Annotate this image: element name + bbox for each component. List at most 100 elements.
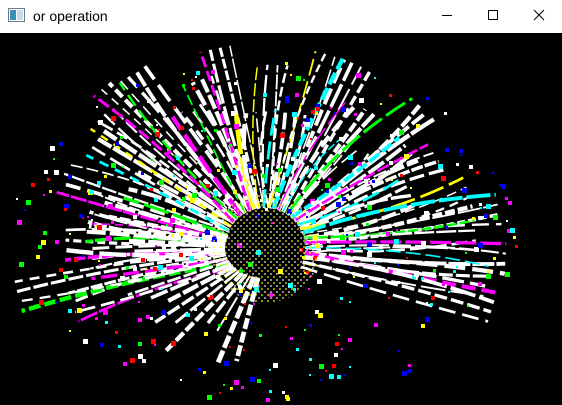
speckle: [408, 364, 411, 367]
window-title: or operation: [33, 8, 108, 24]
speckle: [192, 193, 197, 198]
speckle: [292, 112, 297, 117]
speckle: [467, 305, 469, 307]
speckle: [252, 169, 257, 174]
speckle: [98, 260, 100, 262]
speckle: [340, 297, 343, 300]
speckle: [49, 190, 52, 193]
speckle: [421, 241, 426, 246]
speckle: [146, 315, 150, 319]
speckle: [269, 369, 271, 371]
speckle: [320, 379, 322, 381]
speckle: [445, 148, 449, 152]
speckle: [130, 177, 132, 179]
speckle: [408, 369, 412, 373]
speckle: [311, 201, 315, 205]
speckle: [122, 166, 124, 168]
speckle: [155, 132, 160, 137]
speckle: [442, 283, 445, 286]
speckle: [147, 99, 151, 103]
speckle: [153, 267, 157, 271]
speckle: [243, 349, 245, 351]
speckle: [111, 163, 116, 168]
flower-center: [210, 193, 320, 303]
petal-stroke: [305, 240, 507, 246]
speckle: [198, 368, 201, 371]
speckle: [97, 225, 102, 230]
speckle: [309, 358, 312, 361]
speckle: [266, 398, 270, 402]
speckle: [154, 344, 156, 346]
speckle: [486, 204, 491, 209]
speckle: [296, 76, 301, 81]
speckle: [349, 301, 351, 303]
speckle: [24, 209, 26, 211]
speckle: [44, 170, 48, 174]
speckle: [465, 252, 467, 254]
speckle: [111, 116, 116, 121]
minimize-icon: [441, 8, 453, 26]
speckle: [316, 107, 320, 111]
speckle: [17, 220, 22, 225]
speckle: [130, 358, 135, 363]
speckle: [315, 112, 318, 115]
speckle: [379, 245, 383, 249]
speckle: [120, 136, 123, 139]
speckle: [342, 197, 346, 201]
maximize-button[interactable]: [470, 0, 516, 33]
speckle: [145, 268, 147, 270]
speckle: [214, 281, 217, 284]
speckle: [492, 172, 494, 174]
speckle: [394, 239, 399, 244]
speckle: [123, 362, 127, 366]
speckle: [206, 184, 210, 188]
speckle: [386, 232, 390, 236]
speckle: [19, 262, 24, 267]
speckle: [318, 313, 323, 318]
speckle: [103, 310, 108, 315]
speckle: [424, 211, 429, 216]
speckle: [358, 162, 362, 166]
speckle: [190, 198, 195, 203]
speckle: [374, 77, 376, 79]
speckle: [367, 252, 372, 257]
speckle: [285, 326, 287, 328]
speckle: [397, 264, 399, 266]
speckle: [176, 156, 180, 160]
speckle: [214, 129, 217, 132]
speckle: [282, 391, 285, 394]
speckle: [355, 232, 360, 237]
speckle: [115, 331, 118, 334]
close-icon: [533, 8, 545, 26]
speckle: [118, 114, 120, 116]
speckle: [499, 184, 501, 186]
speckle: [171, 341, 176, 346]
speckle: [478, 216, 482, 220]
speckle: [366, 223, 369, 226]
image-canvas: [0, 33, 562, 405]
speckle: [349, 267, 351, 269]
speckle: [167, 150, 171, 154]
speckle: [43, 231, 47, 235]
speckle: [304, 329, 306, 331]
speckle: [472, 285, 474, 287]
speckle: [207, 395, 212, 400]
speckle: [372, 180, 375, 183]
speckle: [374, 323, 378, 327]
speckle: [390, 134, 393, 137]
speckle: [95, 317, 98, 320]
speckle: [142, 359, 146, 363]
speckle: [309, 324, 312, 327]
speckle: [43, 194, 45, 196]
speckle: [250, 377, 255, 382]
close-button[interactable]: [516, 0, 562, 33]
speckle: [79, 214, 83, 218]
speckle: [338, 195, 341, 198]
speckle: [335, 342, 339, 346]
speckle: [311, 110, 315, 114]
speckle: [99, 264, 101, 266]
minimize-button[interactable]: [424, 0, 470, 33]
speckle: [158, 265, 163, 270]
speckle: [285, 62, 288, 65]
title-bar[interactable]: or operation: [0, 0, 562, 33]
